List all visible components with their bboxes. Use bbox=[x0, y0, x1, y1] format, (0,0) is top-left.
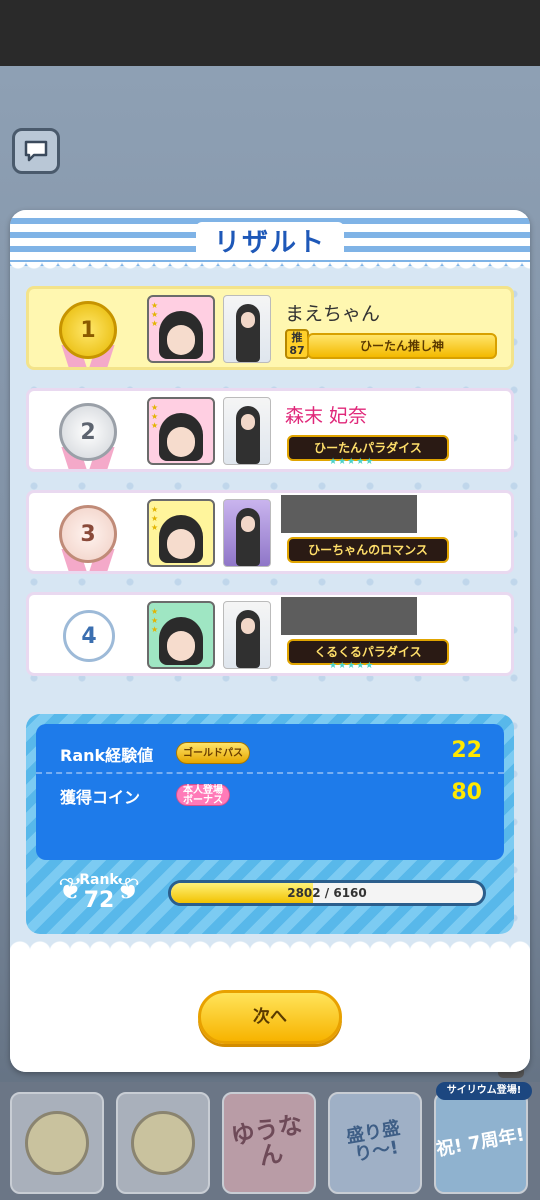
tile-label: 祝! 7周年! bbox=[435, 1123, 527, 1161]
result-modal: リザルト 1 ★ ★ ★ まえちゃん 推 87 ひーたん推し神 2 ★ ★ ★ 森末 妃奈… bbox=[10, 210, 530, 1072]
character-face-icon bbox=[25, 1111, 89, 1175]
plain-medal-icon: 4 bbox=[63, 610, 115, 662]
result-row-4: 4 ★ ★ ★ くるくるパラダイス ★★★★★ bbox=[26, 592, 514, 676]
chat-bubble-icon bbox=[24, 140, 48, 162]
avatar-card: ★ ★ ★ bbox=[147, 499, 215, 567]
title-plate: ひーちゃんのロマンス bbox=[287, 537, 449, 563]
redacted-name bbox=[281, 495, 417, 533]
avatar-face bbox=[159, 311, 203, 359]
result-row-3: 3 ★ ★ ★ ひーちゃんのロマンス bbox=[26, 490, 514, 574]
chat-button[interactable] bbox=[12, 128, 60, 174]
bottom-tile-character-2[interactable] bbox=[116, 1092, 210, 1194]
rank-exp-value: 22 bbox=[451, 738, 482, 763]
rank-exp-label: Rank経験値 bbox=[60, 746, 154, 765]
member-photo-card bbox=[223, 601, 271, 669]
star-rating-icon: ★ ★ ★ bbox=[151, 403, 159, 430]
avatar-card: ★ ★ ★ bbox=[147, 397, 215, 465]
result-row-2: 2 ★ ★ ★ 森末 妃奈 ひーたんパラダイス ★★★★★ bbox=[26, 388, 514, 472]
bottom-tile-character-1[interactable] bbox=[10, 1092, 104, 1194]
exp-progress-bar: 2802 / 6160 bbox=[168, 880, 486, 906]
silver-medal-icon: 2 bbox=[59, 403, 117, 461]
reward-stats-inner: Rank経験値 ゴールドパス 22 獲得コイン 本人登場 ボーナス 80 bbox=[36, 724, 504, 860]
avatar-face bbox=[159, 413, 203, 461]
plate-stars-icon: ★★★★★ bbox=[329, 661, 375, 671]
rank-exp-row: Rank経験値 ゴールドパス 22 bbox=[36, 734, 504, 774]
result-row-1: 1 ★ ★ ★ まえちゃん 推 87 ひーたん推し神 bbox=[26, 286, 514, 370]
redacted-name bbox=[281, 597, 417, 635]
announce-badge: サイリウム登場! bbox=[436, 1082, 532, 1100]
avatar-card: ★ ★ ★ bbox=[147, 601, 215, 669]
title-plate: ひーたん推し神 bbox=[307, 333, 497, 359]
avatar-card: ★ ★ ★ bbox=[147, 295, 215, 363]
reward-stats-panel: Rank経験値 ゴールドパス 22 獲得コイン 本人登場 ボーナス 80 ❦ ❦… bbox=[26, 714, 514, 934]
coin-label: 獲得コイン bbox=[60, 788, 141, 807]
coin-value: 80 bbox=[451, 780, 482, 805]
next-button[interactable]: 次へ bbox=[198, 990, 342, 1044]
exp-progress-text: 2802 / 6160 bbox=[287, 886, 367, 900]
tile-label: ゆうなん bbox=[228, 1109, 305, 1171]
bronze-medal-icon: 3 bbox=[59, 505, 117, 563]
coin-row: 獲得コイン 本人登場 ボーナス 80 bbox=[36, 776, 504, 816]
tile-label: 盛り盛り〜! bbox=[344, 1117, 402, 1166]
laurel-icon: ❦ bbox=[58, 872, 84, 907]
bottom-tile-morimori[interactable]: 盛り盛り〜! bbox=[328, 1092, 422, 1194]
rank-block: ❦ ❦ Rank 72 bbox=[54, 866, 144, 928]
gold-pass-badge: ゴールドパス bbox=[176, 742, 250, 764]
member-photo-card bbox=[223, 397, 271, 465]
star-rating-icon: ★ ★ ★ bbox=[151, 301, 159, 328]
wave-divider bbox=[10, 262, 530, 274]
modal-title: リザルト bbox=[195, 221, 344, 259]
member-photo bbox=[236, 406, 260, 464]
laurel-icon: ❦ bbox=[114, 872, 140, 907]
avatar-face bbox=[159, 617, 203, 665]
modal-title-plate: リザルト bbox=[10, 218, 530, 262]
member-photo-card bbox=[223, 295, 271, 363]
oshi-badge: 推 87 bbox=[285, 329, 309, 359]
member-photo bbox=[236, 610, 260, 668]
bottom-tile-yuunan[interactable]: ゆうなん bbox=[222, 1092, 316, 1194]
status-bar bbox=[0, 0, 540, 66]
gold-medal-icon: 1 bbox=[59, 301, 117, 359]
member-photo bbox=[236, 304, 260, 362]
player-name: まえちゃん bbox=[285, 303, 381, 325]
character-face-icon bbox=[131, 1111, 195, 1175]
member-photo bbox=[236, 508, 260, 566]
bonus-badge: 本人登場 ボーナス bbox=[176, 784, 230, 806]
star-rating-icon: ★ ★ ★ bbox=[151, 607, 159, 634]
member-photo-card bbox=[223, 499, 271, 567]
star-rating-icon: ★ ★ ★ bbox=[151, 505, 159, 532]
bottom-tile-anniversary[interactable]: 祝! 7周年! bbox=[434, 1092, 528, 1194]
avatar-face bbox=[159, 515, 203, 563]
player-name: 森末 妃奈 bbox=[285, 405, 368, 427]
plate-stars-icon: ★★★★★ bbox=[329, 457, 375, 467]
